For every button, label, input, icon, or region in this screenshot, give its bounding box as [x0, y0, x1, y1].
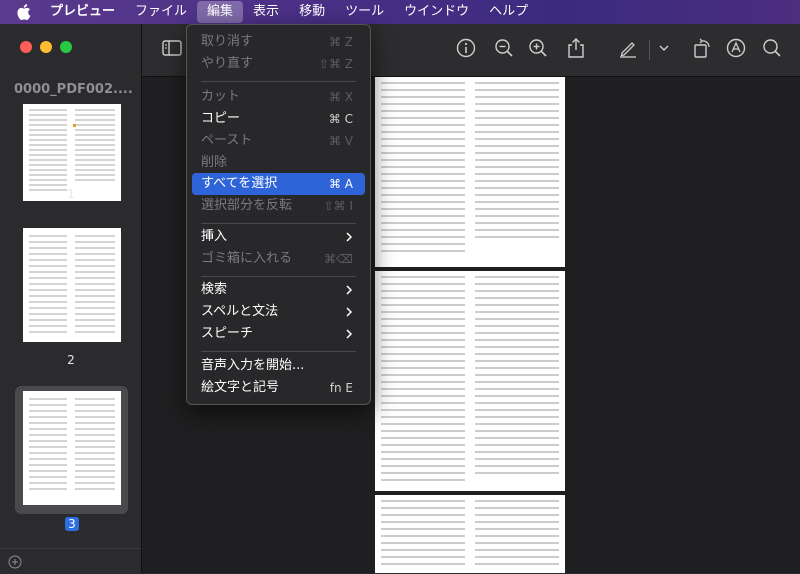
menu-item-start-dictation[interactable]: 音声入力を開始... [192, 355, 365, 377]
page-number-1: 1 [67, 187, 75, 201]
menu-item-label: 削除 [201, 155, 228, 170]
menu-separator [201, 276, 356, 277]
menu-file[interactable]: ファイル [125, 1, 197, 23]
preview-window: 0000_PDF002.... 1 2 3 [0, 24, 800, 573]
menu-item-label: スペルと文法 [201, 304, 279, 319]
menu-item-emoji-symbols[interactable]: 絵文字と記号 fn E [192, 377, 365, 399]
sidebar-toggle-icon[interactable] [160, 36, 184, 60]
menu-item-redo[interactable]: やり直す ⇧⌘ Z [192, 53, 365, 75]
menu-item-label: カット [201, 89, 241, 104]
menu-item-paste[interactable]: ペースト ⌘ V [192, 130, 365, 152]
menu-item-move-to-trash[interactable]: ゴミ箱に入れる ⌘⌫ [192, 248, 365, 270]
menu-go[interactable]: 移動 [289, 1, 335, 23]
menu-item-spelling-grammar[interactable]: スペルと文法 [192, 301, 365, 323]
menu-item-shortcut: ⇧⌘ Z [318, 57, 353, 71]
menu-item-cut[interactable]: カット ⌘ X [192, 86, 365, 108]
page-thumbnail-2[interactable] [23, 228, 121, 342]
menu-separator [201, 351, 356, 352]
menu-item-delete[interactable]: 削除 [192, 152, 365, 174]
toolbar-divider [649, 40, 650, 60]
menu-item-label: ペースト [201, 133, 253, 148]
menu-bar: プレビュー ファイル 編集 表示 移動 ツール ウインドウ ヘルプ [0, 0, 800, 24]
zoom-window-button[interactable] [60, 41, 72, 53]
menu-item-shortcut: ⌘ A [328, 177, 353, 191]
search-icon[interactable] [760, 36, 784, 60]
zoom-in-icon[interactable] [526, 36, 550, 60]
menu-item-label: 検索 [201, 282, 228, 297]
menu-item-shortcut: ⌘ Z [328, 35, 353, 49]
document-title: 0000_PDF002.... [14, 82, 133, 97]
page-number-2: 2 [67, 353, 75, 367]
menu-item-label: 音声入力を開始... [201, 358, 305, 373]
menu-item-label: スピーチ [201, 326, 254, 341]
menu-item-shortcut: ⌘ X [328, 90, 353, 104]
menu-item-shortcut: ⇧⌘ I [323, 199, 353, 213]
menu-tools[interactable]: ツール [335, 1, 394, 23]
rotate-icon[interactable] [690, 36, 714, 60]
add-page-icon[interactable] [8, 554, 22, 573]
zoom-out-icon[interactable] [492, 36, 516, 60]
close-window-button[interactable] [20, 41, 32, 53]
menu-item-copy[interactable]: コピー ⌘ C [192, 108, 365, 130]
page-number-3: 3 [65, 517, 79, 531]
menu-edit[interactable]: 編集 [197, 1, 244, 23]
menu-item-select-all[interactable]: すべてを選択 ⌘ A [192, 173, 365, 195]
page-thumbnail-3[interactable] [23, 391, 121, 505]
chevron-right-icon [345, 323, 353, 353]
menu-item-undo[interactable]: 取り消す ⌘ Z [192, 31, 365, 53]
menu-item-label: 挿入 [201, 229, 228, 244]
sidebar-bottom-bar [0, 548, 141, 574]
menu-separator [201, 223, 356, 224]
menu-separator [201, 81, 356, 82]
annotate-icon[interactable] [724, 36, 748, 60]
document-page-3[interactable] [375, 495, 565, 573]
markup-pen-icon[interactable] [616, 36, 640, 60]
menu-item-shortcut: ⌘⌫ [324, 252, 353, 266]
menu-item-find[interactable]: 検索 [192, 279, 365, 301]
menu-item-speech[interactable]: スピーチ [192, 323, 365, 345]
document-page-1[interactable] [375, 77, 565, 267]
menu-window[interactable]: ウインドウ [394, 1, 479, 23]
info-icon[interactable] [454, 36, 478, 60]
menu-item-shortcut: fn E [329, 381, 353, 395]
menu-item-insert[interactable]: 挿入 [192, 226, 365, 248]
menu-item-shortcut: ⌘ C [328, 112, 353, 126]
menu-item-label: ゴミ箱に入れる [201, 251, 293, 266]
menu-item-label: やり直す [201, 56, 254, 71]
thumbnail-sidebar: 0000_PDF002.... 1 2 3 [0, 24, 142, 573]
menu-item-label: コピー [201, 111, 241, 126]
chevron-down-icon[interactable] [652, 36, 676, 60]
menu-item-shortcut: ⌘ V [328, 134, 353, 148]
menu-item-label: 絵文字と記号 [201, 380, 280, 395]
menu-item-label: 選択部分を反転 [201, 198, 293, 213]
share-icon[interactable] [564, 36, 588, 60]
menu-view[interactable]: 表示 [243, 1, 289, 23]
edit-menu: 取り消す ⌘ Z やり直す ⇧⌘ Z カット ⌘ X コピー ⌘ C ペースト … [186, 24, 371, 405]
menu-help[interactable]: ヘルプ [479, 1, 538, 23]
menu-item-label: すべてを選択 [201, 176, 278, 191]
document-page-2[interactable] [375, 271, 565, 491]
minimize-window-button[interactable] [40, 41, 52, 53]
menu-item-label: 取り消す [201, 34, 254, 49]
apple-icon[interactable] [14, 3, 34, 21]
menu-item-invert-selection[interactable]: 選択部分を反転 ⇧⌘ I [192, 195, 365, 217]
menu-app-preview[interactable]: プレビュー [40, 1, 125, 23]
